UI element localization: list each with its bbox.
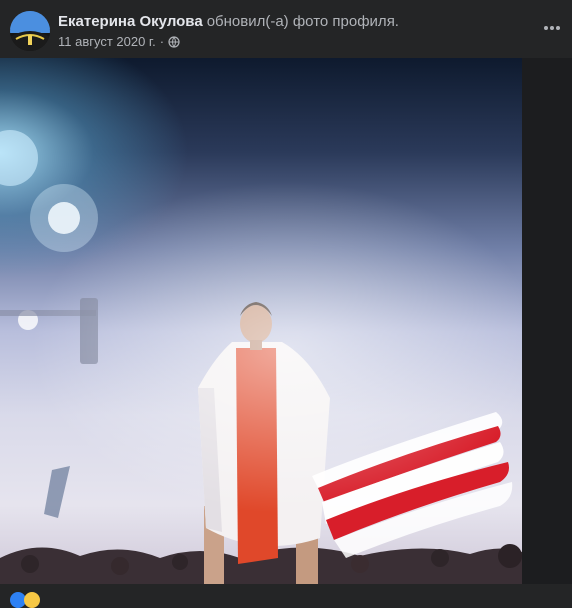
post-action-text: обновил(-а) фото профиля. [206, 13, 399, 30]
author-avatar[interactable] [10, 11, 50, 51]
reactions-bar [0, 584, 572, 600]
profile-photo[interactable] [0, 58, 522, 584]
photo-side-gap [522, 58, 572, 584]
author-line: Екатерина Окулова обновил(-а) фото профил… [58, 13, 399, 30]
author-name-link[interactable]: Екатерина Окулова [58, 13, 203, 30]
more-dots-icon [544, 26, 560, 30]
avatar-image [10, 11, 50, 51]
more-options-button[interactable] [540, 16, 564, 40]
haha-icon[interactable] [24, 592, 40, 608]
meta-separator: · [159, 34, 165, 49]
globe-icon[interactable] [168, 35, 180, 48]
post-header: Екатерина Окулова обновил(-а) фото профил… [0, 0, 572, 58]
post-date-link[interactable]: 11 август 2020 г. [58, 34, 156, 49]
photo-haze [0, 58, 522, 584]
post-meta: 11 август 2020 г. · [58, 34, 180, 49]
